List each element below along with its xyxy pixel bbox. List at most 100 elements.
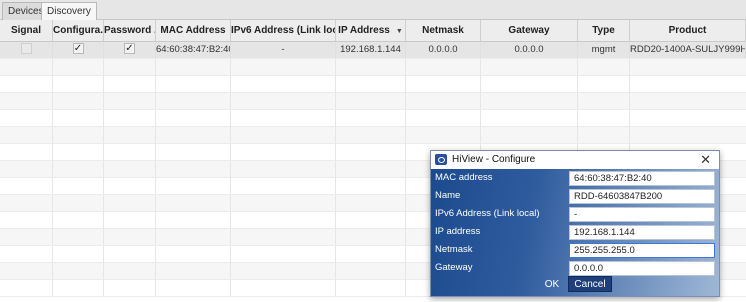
column-divider bbox=[629, 76, 630, 92]
ipv6-address-cell: - bbox=[231, 42, 336, 58]
sort-down-arrow-icon: ▼ bbox=[395, 28, 403, 35]
column-divider bbox=[155, 144, 156, 160]
column-divider bbox=[230, 127, 231, 143]
cancel-button[interactable]: Cancel bbox=[568, 276, 612, 292]
column-divider bbox=[335, 195, 336, 211]
column-divider bbox=[230, 161, 231, 177]
column-divider bbox=[52, 195, 53, 211]
column-divider bbox=[405, 93, 406, 109]
column-divider bbox=[103, 161, 104, 177]
empty-table-row bbox=[0, 59, 746, 76]
empty-table-row bbox=[0, 110, 746, 127]
ipv6-address-field[interactable]: - bbox=[569, 207, 715, 222]
column-divider bbox=[155, 178, 156, 194]
column-divider bbox=[335, 161, 336, 177]
column-divider bbox=[230, 93, 231, 109]
column-divider bbox=[480, 127, 481, 143]
column-divider bbox=[629, 110, 630, 126]
column-header-ip-address[interactable]: IP Address ▼ bbox=[336, 20, 406, 41]
column-divider bbox=[52, 110, 53, 126]
ip-address-label: IP address bbox=[435, 226, 481, 237]
column-divider bbox=[629, 127, 630, 143]
column-header-type[interactable]: Type bbox=[578, 20, 630, 41]
table-row[interactable]: ✓ ✓ 64:60:38:47:B2:40 - 192.168.1.144 0.… bbox=[0, 42, 746, 59]
column-divider bbox=[103, 246, 104, 262]
column-divider bbox=[230, 246, 231, 262]
column-divider bbox=[405, 76, 406, 92]
column-divider bbox=[52, 76, 53, 92]
dialog-body: MAC address 64:60:38:47:B2:40 Name RDD-6… bbox=[431, 169, 719, 296]
column-divider bbox=[335, 178, 336, 194]
column-divider bbox=[230, 144, 231, 160]
column-divider bbox=[335, 263, 336, 279]
column-divider bbox=[155, 212, 156, 228]
ip-address-cell: 192.168.1.144 bbox=[336, 42, 406, 58]
dialog-title: HiView - Configure bbox=[452, 154, 536, 165]
column-divider bbox=[103, 93, 104, 109]
column-divider bbox=[103, 178, 104, 194]
column-divider bbox=[103, 263, 104, 279]
mac-address-field[interactable]: 64:60:38:47:B2:40 bbox=[569, 171, 715, 186]
column-divider bbox=[230, 229, 231, 245]
column-divider bbox=[103, 212, 104, 228]
column-header-netmask[interactable]: Netmask bbox=[406, 20, 481, 41]
column-divider bbox=[52, 161, 53, 177]
column-divider bbox=[155, 195, 156, 211]
signal-cell bbox=[0, 42, 53, 58]
column-divider bbox=[52, 212, 53, 228]
column-divider bbox=[230, 178, 231, 194]
column-divider bbox=[52, 229, 53, 245]
column-divider bbox=[335, 246, 336, 262]
column-divider bbox=[155, 246, 156, 262]
column-divider bbox=[103, 144, 104, 160]
column-header-configured[interactable]: Configura... bbox=[53, 20, 104, 41]
column-header-mac-address[interactable]: MAC Address bbox=[156, 20, 231, 41]
column-divider bbox=[577, 76, 578, 92]
column-header-ipv6-address[interactable]: IPv6 Address (Link local) bbox=[231, 20, 336, 41]
column-divider bbox=[405, 144, 406, 160]
column-divider bbox=[405, 280, 406, 296]
column-divider bbox=[480, 110, 481, 126]
password-checkbox[interactable]: ✓ bbox=[124, 42, 135, 54]
netmask-field[interactable]: 255.255.255.0 bbox=[569, 243, 715, 258]
column-divider bbox=[230, 76, 231, 92]
column-divider bbox=[405, 127, 406, 143]
column-divider bbox=[405, 212, 406, 228]
column-divider bbox=[405, 161, 406, 177]
ip-address-field[interactable]: 192.168.1.144 bbox=[569, 225, 715, 240]
gateway-label: Gateway bbox=[435, 262, 473, 273]
netmask-label: Netmask bbox=[435, 244, 473, 255]
tab-bar: Devices Discovery bbox=[0, 0, 746, 21]
column-divider bbox=[52, 246, 53, 262]
column-divider bbox=[405, 178, 406, 194]
table-header: Signal Configura... Password ... MAC Add… bbox=[0, 20, 746, 42]
column-divider bbox=[335, 280, 336, 296]
dialog-titlebar[interactable]: HiView - Configure ✕ bbox=[431, 151, 719, 170]
netmask-cell: 0.0.0.0 bbox=[406, 42, 481, 58]
column-divider bbox=[335, 76, 336, 92]
column-divider bbox=[629, 93, 630, 109]
column-divider bbox=[480, 93, 481, 109]
gateway-field[interactable]: 0.0.0.0 bbox=[569, 261, 715, 276]
column-divider bbox=[230, 212, 231, 228]
column-divider bbox=[335, 110, 336, 126]
ok-button[interactable]: OK bbox=[539, 277, 565, 293]
column-divider bbox=[405, 263, 406, 279]
column-divider bbox=[52, 127, 53, 143]
column-divider bbox=[230, 59, 231, 75]
tab-discovery[interactable]: Discovery bbox=[41, 2, 97, 21]
column-header-gateway[interactable]: Gateway bbox=[481, 20, 578, 41]
column-divider bbox=[230, 110, 231, 126]
column-header-product[interactable]: Product bbox=[630, 20, 746, 41]
column-header-password[interactable]: Password ... bbox=[104, 20, 156, 41]
configured-checkbox[interactable]: ✓ bbox=[72, 42, 84, 54]
column-divider bbox=[577, 59, 578, 75]
column-divider bbox=[52, 93, 53, 109]
name-field[interactable]: RDD-64603847B200 bbox=[569, 189, 715, 204]
column-divider bbox=[52, 280, 53, 296]
close-icon[interactable]: ✕ bbox=[700, 152, 711, 168]
product-cell: RDD20-1400A-SULJY999HHE3S bbox=[630, 42, 746, 58]
column-header-signal[interactable]: Signal bbox=[0, 20, 53, 41]
column-divider bbox=[155, 110, 156, 126]
column-divider bbox=[335, 212, 336, 228]
